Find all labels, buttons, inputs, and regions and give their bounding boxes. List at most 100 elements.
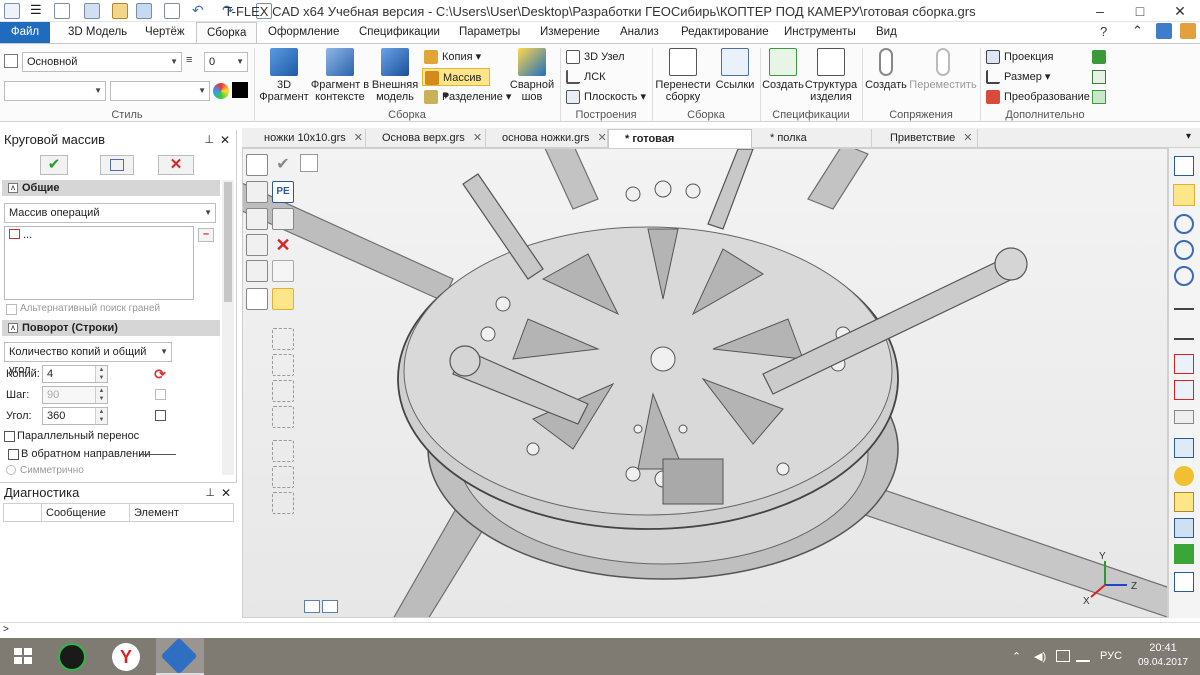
doc-tab-welcome[interactable]: Приветствие ✕ <box>874 129 978 148</box>
rotation-mode-select[interactable]: Количество копий и общий угол ▼ <box>4 342 172 376</box>
weld-button[interactable]: Сварной шов <box>508 48 556 103</box>
doc-tab-final-assembly[interactable]: * готовая сборка.grs✕ <box>608 129 752 163</box>
copies-input[interactable]: 4 ▲ ▼ <box>42 365 108 383</box>
magnet-icon[interactable] <box>1173 184 1195 206</box>
array-button[interactable]: Массив ▾ <box>422 68 490 102</box>
axis-select-icon[interactable] <box>246 234 268 256</box>
tool-icon-7[interactable] <box>272 492 294 514</box>
mate-move-button[interactable]: Переместить <box>908 48 978 91</box>
external-model-button[interactable]: Внешняя модель <box>370 48 420 103</box>
step-checkbox[interactable] <box>155 389 166 400</box>
camera-icon[interactable] <box>1174 572 1194 592</box>
close-icon[interactable]: ✕ <box>221 483 231 503</box>
tab-parameters[interactable]: Параметры <box>449 22 530 43</box>
view-cube-icon[interactable] <box>1174 518 1194 538</box>
node3d-button[interactable]: 3D Узел <box>564 48 644 66</box>
split-button[interactable]: Разделение ▾ <box>422 88 512 106</box>
body-select-icon[interactable] <box>272 288 294 310</box>
doc-tab-legs[interactable]: ножки 10x10.grs ✕ <box>248 129 366 148</box>
doc-tab-base-legs[interactable]: основа ножки.grs ✕ <box>486 129 608 148</box>
vertex-select-icon[interactable] <box>246 208 268 230</box>
reverse-checkbox[interactable] <box>8 449 19 460</box>
check-icon[interactable]: ✔ <box>272 154 294 176</box>
up-arrow-icon[interactable]: ⌃ <box>1132 23 1143 39</box>
tab-measure[interactable]: Измерение <box>530 22 610 43</box>
transform-button[interactable]: Преобразование <box>984 88 1094 106</box>
remove-button[interactable]: – <box>198 228 214 242</box>
taskbar-tflex[interactable] <box>156 637 204 675</box>
lineweight-combo[interactable]: ▼ <box>110 81 210 101</box>
delete-icon[interactable]: ✕ <box>272 234 294 256</box>
tab-analysis[interactable]: Анализ <box>610 22 669 43</box>
language-indicator[interactable]: РУС <box>1100 650 1122 662</box>
alt-search-checkbox[interactable] <box>6 304 17 315</box>
help-icon[interactable]: ? <box>1100 24 1107 39</box>
tab-view[interactable]: Вид <box>866 22 907 43</box>
tool-icon-2[interactable] <box>272 354 294 376</box>
size-button[interactable]: Размер ▾ <box>984 68 1084 86</box>
pin-icon[interactable]: ⊥ <box>205 483 215 503</box>
clock-date[interactable]: 09.04.2017 <box>1132 657 1194 668</box>
tab-editing[interactable]: Редактирование <box>671 22 779 43</box>
box-icon[interactable] <box>272 260 294 282</box>
pe-icon[interactable]: PE <box>272 181 294 203</box>
minimize-button[interactable]: – <box>1080 0 1120 22</box>
zoom-icon[interactable] <box>1174 214 1194 234</box>
tool-icon-3[interactable] <box>272 380 294 402</box>
app-settings-icon[interactable] <box>1156 23 1172 39</box>
arrow-select-icon[interactable] <box>246 260 268 282</box>
tab-tools[interactable]: Инструменты <box>774 22 866 43</box>
color-swatch[interactable] <box>232 82 248 98</box>
fragment-context-button[interactable]: Фрагмент в контексте <box>310 48 370 103</box>
layer-combo[interactable]: Основной ▼ <box>22 52 182 72</box>
ok-button[interactable]: ✔ <box>40 155 68 175</box>
structure-button[interactable]: Структура изделия <box>804 48 858 103</box>
tabs-menu-icon[interactable]: ▾ <box>1186 131 1191 142</box>
fork-icon[interactable] <box>272 208 294 230</box>
array-type-select[interactable]: Массив операций ▼ <box>4 203 216 223</box>
tool-icon-5[interactable] <box>272 440 294 462</box>
zoom-out-icon[interactable] <box>1174 266 1194 286</box>
start-button[interactable] <box>0 638 48 675</box>
pin-icon[interactable]: ⊥ <box>204 130 214 150</box>
tab-file[interactable]: Файл <box>0 22 50 43</box>
assembly-model[interactable]: Y Z X <box>243 149 1168 618</box>
links-button[interactable]: Ссылки <box>712 48 758 91</box>
network-icon[interactable] <box>1056 650 1070 662</box>
section-view-icon[interactable] <box>1174 354 1194 374</box>
glasses-2-icon[interactable] <box>1174 326 1194 340</box>
tab-specifications[interactable]: Спецификации <box>349 22 450 43</box>
parallel-checkbox[interactable] <box>4 431 15 442</box>
cancel-button[interactable]: ✕ <box>158 155 194 175</box>
panel-scrollbar[interactable] <box>222 180 234 475</box>
3d-viewport[interactable]: Y Z X <box>242 148 1168 618</box>
operations-list[interactable]: ... <box>4 226 194 300</box>
tool-icon-4[interactable] <box>272 406 294 428</box>
user-icon[interactable] <box>1180 23 1196 39</box>
speaker-icon[interactable]: ◀) <box>1034 650 1046 663</box>
split-view-h-icon[interactable] <box>322 600 338 613</box>
lsk-button[interactable]: ЛСК <box>564 68 644 86</box>
angle-checkbox[interactable] <box>155 410 166 421</box>
glasses-icon[interactable] <box>1174 296 1194 310</box>
edge-select-icon[interactable] <box>246 181 268 203</box>
maximize-button[interactable]: □ <box>1120 0 1160 22</box>
close-button[interactable]: ✕ <box>1160 0 1200 22</box>
color-wheel-icon[interactable] <box>213 83 229 99</box>
projection-button[interactable]: Проекция <box>984 48 1084 66</box>
taskbar-browser[interactable]: Y <box>102 638 150 675</box>
doc-tab-leg-shelf[interactable]: * полка ножки.grs✕ <box>754 129 872 162</box>
extra-icon-1[interactable] <box>1092 50 1106 64</box>
extra-icon-3[interactable] <box>1092 90 1106 104</box>
render-icon[interactable] <box>1174 544 1194 564</box>
angle-input[interactable]: 360 ▲ ▼ <box>42 407 108 425</box>
select-icon[interactable] <box>246 154 268 176</box>
fragment3d-button[interactable]: 3D Фрагмент <box>258 48 310 103</box>
copy-button[interactable]: Копия ▾ <box>422 48 492 66</box>
window-layout-icon[interactable] <box>1174 156 1194 176</box>
move-assembly-button[interactable]: Перенести сборку <box>654 48 712 103</box>
linetype-combo[interactable]: ▼ <box>4 81 106 101</box>
doc-tab-base-top[interactable]: Основа верх.grs ✕ <box>366 129 486 148</box>
column-element[interactable]: Элемент <box>129 503 234 522</box>
tool-icon-1[interactable] <box>272 328 294 350</box>
